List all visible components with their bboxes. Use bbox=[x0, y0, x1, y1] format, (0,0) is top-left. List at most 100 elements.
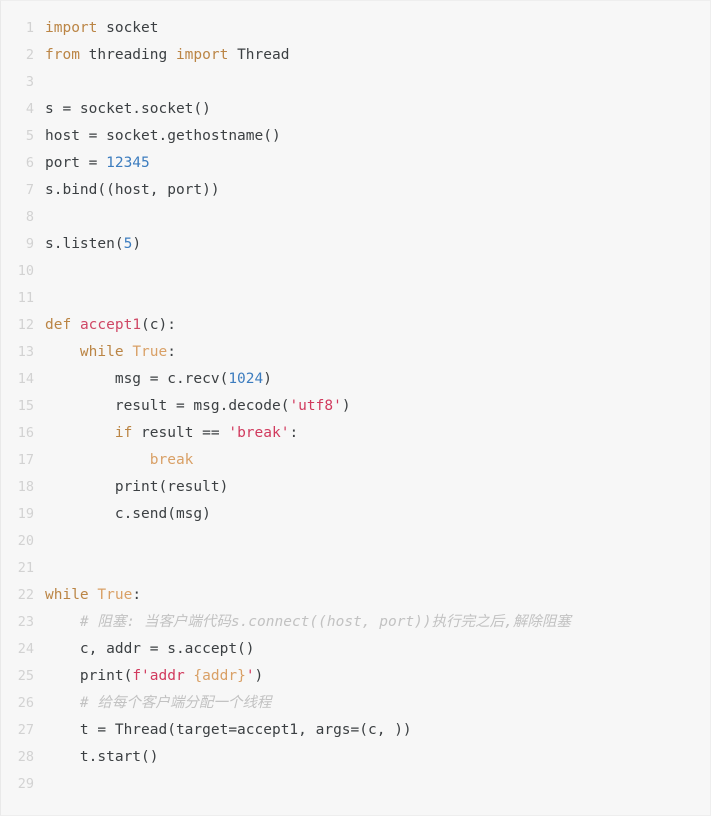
line-number: 12 bbox=[17, 317, 34, 333]
code-line[interactable]: 12 def accept1(c): bbox=[1, 312, 710, 339]
line-number: 19 bbox=[17, 506, 34, 522]
code-token: t = Thread(target=accept1, args=(c, )) bbox=[45, 722, 412, 738]
code-line[interactable]: 10 bbox=[1, 258, 710, 285]
code-line[interactable]: 22 while True: bbox=[1, 582, 710, 609]
code-editor-pane[interactable]: 1 import socket 2 from threading import Thr… bbox=[0, 0, 711, 816]
code-line[interactable]: 1 import socket bbox=[1, 15, 710, 42]
line-number: 1 bbox=[25, 20, 34, 36]
code-line[interactable]: 8 bbox=[1, 204, 710, 231]
code-line[interactable]: 20 bbox=[1, 528, 710, 555]
code-token: {addr} bbox=[193, 668, 246, 684]
line-number: 13 bbox=[17, 344, 34, 360]
code-token: : bbox=[132, 587, 142, 603]
code-token: port = bbox=[45, 155, 107, 171]
code-line-content[interactable]: t = Thread(target=accept1, args=(c, )) bbox=[45, 717, 710, 744]
code-token: f'addr bbox=[132, 668, 194, 684]
code-token: : bbox=[289, 425, 299, 441]
code-line[interactable]: 11 bbox=[1, 285, 710, 312]
line-number: 11 bbox=[17, 290, 34, 306]
code-line[interactable]: 27 t = Thread(target=accept1, args=(c, )… bbox=[1, 717, 710, 744]
code-line-content[interactable]: break bbox=[45, 447, 710, 474]
code-token: break bbox=[149, 452, 194, 468]
code-line[interactable]: 19 c.send(msg) bbox=[1, 501, 710, 528]
code-token: import bbox=[175, 47, 229, 63]
code-token: while bbox=[79, 344, 124, 360]
code-line-content[interactable]: while True: bbox=[45, 339, 710, 366]
code-line[interactable]: 9 s.listen(5) bbox=[1, 231, 710, 258]
code-line[interactable]: 15 result = msg.decode('utf8') bbox=[1, 393, 710, 420]
code-line[interactable]: 3 bbox=[1, 69, 710, 96]
code-line-content[interactable]: import socket bbox=[45, 15, 710, 42]
code-token: 'break' bbox=[228, 425, 290, 441]
line-number: 9 bbox=[25, 236, 34, 252]
code-line[interactable]: 5 host = socket.gethostname() bbox=[1, 123, 710, 150]
code-line[interactable]: 24 c, addr = s.accept() bbox=[1, 636, 710, 663]
code-line-content[interactable]: c.send(msg) bbox=[45, 501, 710, 528]
code-line[interactable]: 13 while True: bbox=[1, 339, 710, 366]
line-number: 28 bbox=[17, 749, 34, 765]
code-line[interactable]: 14 msg = c.recv(1024) bbox=[1, 366, 710, 393]
code-line-content[interactable]: print(result) bbox=[45, 474, 710, 501]
code-token: result == bbox=[132, 425, 229, 441]
code-token: (c): bbox=[141, 317, 176, 333]
code-token: print(result) bbox=[45, 479, 229, 495]
line-number: 27 bbox=[17, 722, 34, 738]
code-line[interactable]: 18 print(result) bbox=[1, 474, 710, 501]
code-line[interactable]: 26 # 给每个客户端分配一个线程 bbox=[1, 690, 710, 717]
code-token: import bbox=[45, 20, 98, 36]
code-line-content[interactable]: t.start() bbox=[45, 744, 710, 771]
code-line-content[interactable]: result = msg.decode('utf8') bbox=[45, 393, 710, 420]
code-line-content[interactable]: while True: bbox=[45, 582, 710, 609]
line-number: 17 bbox=[17, 452, 34, 468]
code-line-content[interactable]: s.bind((host, port)) bbox=[45, 177, 710, 204]
code-line-content[interactable]: if result == 'break': bbox=[45, 420, 710, 447]
code-token: host = socket.gethostname() bbox=[45, 128, 281, 144]
code-line-content[interactable]: print(f'addr {addr}') bbox=[45, 663, 710, 690]
code-token: ) bbox=[254, 668, 264, 684]
code-line-content[interactable]: s = socket.socket() bbox=[45, 96, 710, 123]
code-token: True bbox=[97, 587, 133, 603]
code-line-content[interactable]: # 阻塞: 当客户端代码s.connect((host, port))执行完之后… bbox=[45, 609, 710, 636]
code-line[interactable]: 2 from threading import Thread bbox=[1, 42, 710, 69]
code-line[interactable]: 23 # 阻塞: 当客户端代码s.connect((host, port))执行… bbox=[1, 609, 710, 636]
code-line-content[interactable]: # 给每个客户端分配一个线程 bbox=[45, 690, 710, 717]
code-token: 1024 bbox=[228, 371, 264, 387]
line-number: 6 bbox=[25, 155, 34, 171]
code-line-content[interactable]: from threading import Thread bbox=[45, 42, 710, 69]
code-line[interactable]: 6 port = 12345 bbox=[1, 150, 710, 177]
code-line[interactable]: 16 if result == 'break': bbox=[1, 420, 710, 447]
code-line-content[interactable]: host = socket.gethostname() bbox=[45, 123, 710, 150]
code-line-content[interactable]: port = 12345 bbox=[45, 150, 710, 177]
code-line-content[interactable]: msg = c.recv(1024) bbox=[45, 366, 710, 393]
code-token: True bbox=[132, 344, 168, 360]
code-token: ) bbox=[341, 398, 351, 414]
code-token: c.send(msg) bbox=[45, 506, 211, 522]
line-number: 29 bbox=[17, 776, 34, 792]
line-number: 7 bbox=[25, 182, 34, 198]
code-line-content[interactable]: def accept1(c): bbox=[45, 312, 710, 339]
code-token: from bbox=[45, 47, 80, 63]
code-token: while bbox=[45, 587, 89, 603]
code-token: 'utf8' bbox=[289, 398, 342, 414]
code-line-content[interactable]: c, addr = s.accept() bbox=[45, 636, 710, 663]
line-number: 3 bbox=[25, 74, 34, 90]
code-line[interactable]: 29 bbox=[1, 771, 710, 798]
code-token: ) bbox=[263, 371, 272, 387]
code-line[interactable]: 17 break bbox=[1, 447, 710, 474]
code-line[interactable]: 7 s.bind((host, port)) bbox=[1, 177, 710, 204]
code-line[interactable]: 4 s = socket.socket() bbox=[1, 96, 710, 123]
code-token: print( bbox=[45, 668, 133, 684]
code-line[interactable]: 21 bbox=[1, 555, 710, 582]
code-line[interactable]: 28 t.start() bbox=[1, 744, 710, 771]
line-number: 18 bbox=[17, 479, 34, 495]
code-token: Thread bbox=[228, 47, 290, 63]
code-token: : bbox=[167, 344, 176, 360]
code-line[interactable]: 25 print(f'addr {addr}') bbox=[1, 663, 710, 690]
line-number: 4 bbox=[25, 101, 34, 117]
code-line-content[interactable]: s.listen(5) bbox=[45, 231, 710, 258]
line-number: 22 bbox=[17, 587, 34, 603]
line-number: 26 bbox=[17, 695, 34, 711]
